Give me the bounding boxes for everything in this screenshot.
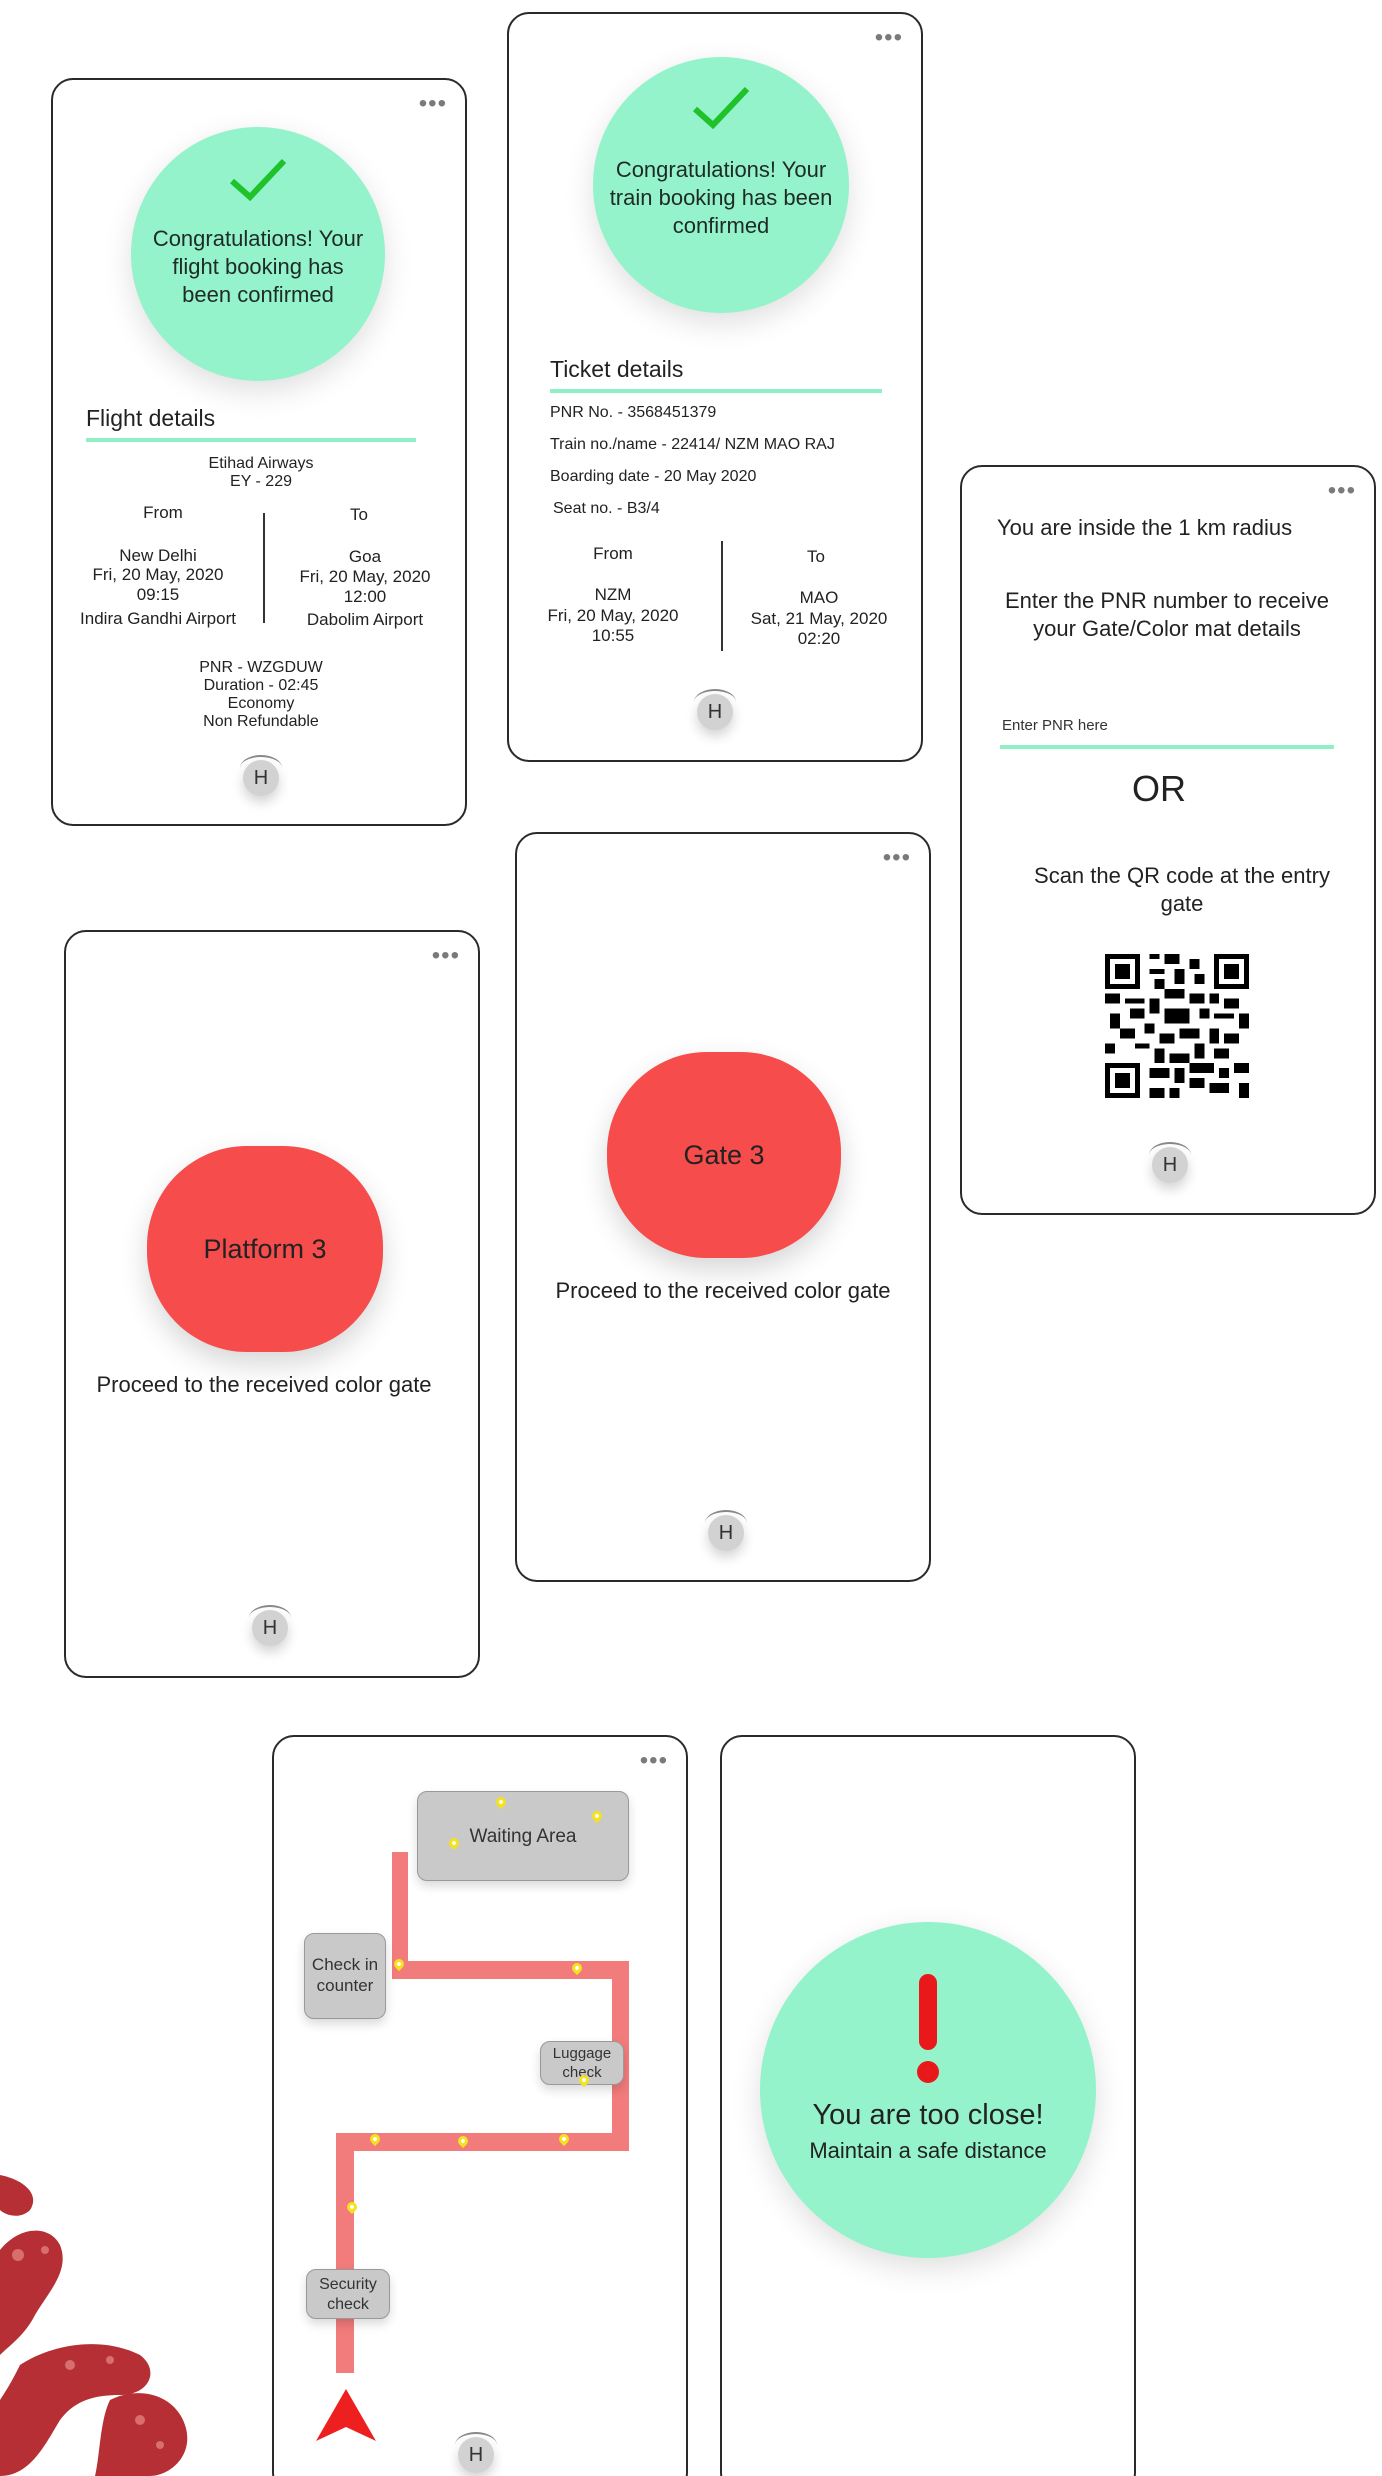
pnr-input-underline (1000, 745, 1334, 749)
section-underline (86, 438, 416, 442)
duration: Duration - 02:45 (203, 677, 319, 694)
qr-code-icon (1105, 954, 1249, 1098)
destination-airport: Dabolim Airport (306, 610, 424, 629)
origin-city: New Delhi (119, 546, 197, 565)
gate-card: ••• Gate 3 Proceed to the received color… (515, 832, 931, 1582)
more-dots-icon[interactable]: ••• (432, 942, 460, 970)
refund-policy: Non Refundable (203, 713, 319, 730)
success-circle: Congratulations! Your flight booking has… (131, 127, 385, 381)
origin-date: Fri, 20 May, 2020 (92, 565, 224, 584)
section-title: Flight details (86, 405, 216, 431)
home-button[interactable]: H (249, 1605, 291, 1646)
boarding-date: Boarding date - 20 May 2020 (550, 468, 757, 485)
train-confirmation-card: ••• Congratulations! Your train booking … (507, 12, 923, 762)
alert-subtitle: Maintain a safe distance (809, 2138, 1047, 2163)
home-button[interactable]: H (240, 755, 282, 796)
alert-title: You are too close! (812, 2099, 1044, 2131)
route-path (336, 2133, 629, 2151)
gate-badge: Gate 3 (607, 1052, 841, 1258)
radius-notice: You are inside the 1 km radius (997, 515, 1293, 540)
pnr: PNR - WZGDUW (199, 659, 323, 676)
destination-time: 02:20 (797, 629, 841, 648)
virus-decoration (0, 2175, 188, 2476)
travel-class: Economy (227, 695, 295, 712)
more-dots-icon[interactable]: ••• (1328, 477, 1356, 505)
route-path (336, 2133, 354, 2373)
section-underline (550, 389, 882, 393)
alert-circle: You are too close! Maintain a safe dista… (760, 1922, 1096, 2258)
more-dots-icon[interactable]: ••• (875, 24, 903, 52)
start-arrow-icon (316, 2389, 376, 2441)
pnr-input[interactable]: Enter PNR here (1002, 717, 1108, 734)
platform-badge: Platform 3 (147, 1146, 383, 1352)
more-dots-icon[interactable]: ••• (883, 844, 911, 872)
destination-time: 12:00 (343, 587, 387, 606)
home-button[interactable]: H (705, 1510, 747, 1551)
airport-map-card: ••• Waiting Area Check in counter Luggag… (272, 1735, 688, 2476)
success-circle: Congratulations! Your train booking has … (593, 57, 849, 313)
seat-number: Seat no. - B3/4 (553, 500, 660, 517)
origin-airport: Indira Gandhi Airport (80, 609, 236, 628)
home-button[interactable]: H (694, 689, 736, 730)
destination-date: Sat, 21 May, 2020 (750, 609, 888, 628)
waiting-area[interactable]: Waiting Area (417, 1791, 629, 1881)
platform-card: ••• Platform 3 Proceed to the received c… (64, 930, 480, 1678)
checkmark-icon (230, 158, 287, 201)
home-button[interactable]: H (455, 2432, 497, 2473)
to-label: To (350, 505, 368, 524)
pnr: PNR No. - 3568451379 (550, 404, 717, 421)
destination-city: Goa (348, 547, 382, 566)
scan-instruction: Scan the QR code at the entry gate (1034, 863, 1330, 916)
more-dots-icon[interactable]: ••• (640, 1747, 668, 1775)
or-divider: OR (1132, 768, 1186, 809)
proceed-instruction: Proceed to the received color gate (96, 1372, 432, 1397)
destination-code: MAO (799, 588, 839, 607)
more-dots-icon[interactable]: ••• (419, 90, 447, 118)
pnr-instruction: Enter the PNR number to receive your Gat… (1004, 588, 1330, 641)
section-title: Ticket details (550, 356, 684, 382)
checkmark-icon (693, 86, 750, 129)
to-label: To (807, 547, 825, 566)
origin-time: 09:15 (136, 585, 180, 604)
from-label: From (593, 544, 633, 563)
confirmation-message: Congratulations! Your train booking has … (609, 157, 833, 238)
distance-alert-card: You are too close! Maintain a safe dista… (720, 1735, 1136, 2476)
exclamation-icon (917, 1974, 939, 2083)
pnr-entry-card: ••• You are inside the 1 km radius Enter… (960, 465, 1376, 1215)
route-path (392, 1961, 628, 1979)
origin-code: NZM (594, 585, 632, 604)
origin-date: Fri, 20 May, 2020 (547, 606, 679, 625)
from-label: From (143, 503, 183, 522)
security-check[interactable]: Security check (306, 2269, 390, 2319)
flight-number: EY - 229 (230, 473, 292, 490)
home-button[interactable]: H (1149, 1142, 1191, 1183)
flight-confirmation-card: ••• Congratulations! Your flight booking… (51, 78, 467, 826)
train-number: Train no./name - 22414/ NZM MAO RAJ (550, 436, 835, 453)
proceed-instruction: Proceed to the received color gate (555, 1278, 891, 1303)
destination-date: Fri, 20 May, 2020 (299, 567, 431, 586)
confirmation-message: Congratulations! Your flight booking has… (152, 226, 364, 307)
airline-name: Etihad Airways (208, 455, 314, 472)
checkin-counter[interactable]: Check in counter (304, 1933, 386, 2019)
origin-time: 10:55 (591, 626, 635, 645)
